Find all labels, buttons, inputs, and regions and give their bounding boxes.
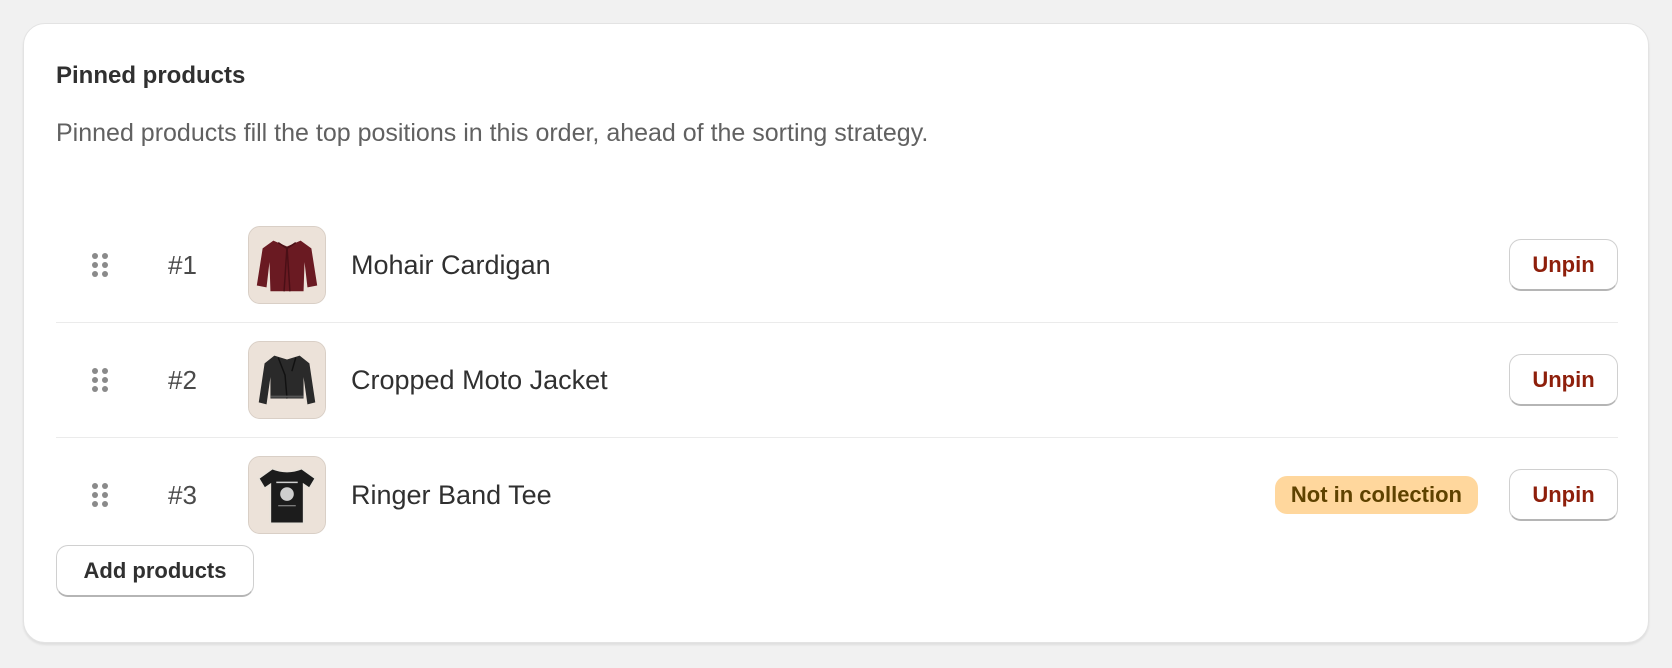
product-name[interactable]: Ringer Band Tee — [351, 480, 552, 511]
cardigan-image — [248, 226, 326, 304]
not-in-collection-badge: Not in collection — [1274, 476, 1478, 514]
drag-handle-icon[interactable] — [90, 366, 110, 394]
unpin-button[interactable]: Unpin — [1509, 354, 1618, 406]
product-name[interactable]: Mohair Cardigan — [351, 250, 551, 281]
pin-position: #2 — [168, 364, 197, 395]
pinned-product-row: #2 Cropped Moto Jacket Unpin — [56, 323, 1618, 438]
product-name[interactable]: Cropped Moto Jacket — [351, 365, 608, 396]
unpin-button[interactable]: Unpin — [1509, 469, 1618, 521]
add-products-button[interactable]: Add products — [56, 545, 254, 597]
band-tee-image — [248, 456, 326, 534]
pinned-products-list: #1 Mohair Cardigan Unpin #2 Cropped Moto… — [56, 208, 1618, 552]
pinned-product-row: #1 Mohair Cardigan Unpin — [56, 208, 1618, 323]
drag-handle-icon[interactable] — [90, 481, 110, 509]
drag-handle-icon[interactable] — [90, 251, 110, 279]
card-title: Pinned products — [56, 62, 246, 89]
pin-position: #3 — [168, 479, 197, 510]
pinned-products-card: Pinned products Pinned products fill the… — [23, 23, 1649, 643]
pin-position: #1 — [168, 249, 197, 280]
card-description: Pinned products fill the top positions i… — [56, 119, 929, 147]
unpin-button[interactable]: Unpin — [1509, 239, 1618, 291]
pinned-product-row: #3 Ringer Band Tee Not in collection Unp… — [56, 438, 1618, 552]
moto-jacket-image — [248, 341, 326, 419]
